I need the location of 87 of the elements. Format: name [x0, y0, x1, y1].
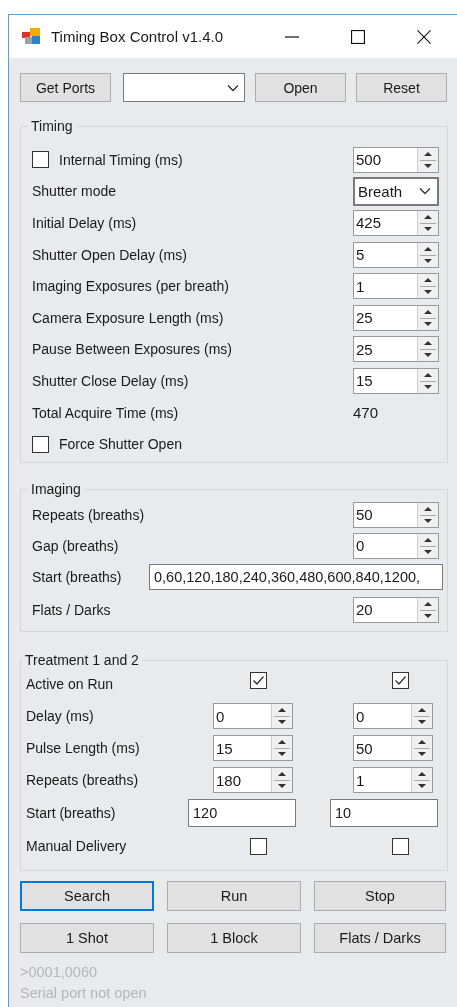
number-field[interactable]: 500 [353, 146, 439, 173]
field-label: Manual Delivery [26, 838, 128, 854]
field-label: Gap (breaths) [32, 537, 120, 554]
field-label: Pulse Length (ms) [26, 740, 141, 756]
up-down-buttons[interactable] [417, 274, 438, 299]
number-field[interactable]: 1 [353, 767, 433, 793]
button[interactable]: 1 Block [167, 923, 301, 953]
field-label: Pause Between Exposures (ms) [32, 341, 233, 358]
window-title: Timing Box Control v1.4.0 [51, 28, 225, 45]
button[interactable]: Flats / Darks [314, 923, 446, 953]
up-down-buttons[interactable] [411, 704, 432, 728]
field-label: Initial Delay (ms) [32, 215, 138, 231]
number-field[interactable]: 50 [353, 501, 439, 528]
value-text: 470 [353, 404, 379, 422]
number-field[interactable]: 5 [353, 241, 439, 268]
button[interactable]: Search [20, 881, 154, 911]
checkbox[interactable] [392, 837, 409, 855]
button[interactable]: Reset [356, 73, 447, 102]
field-label: Repeats (breaths) [32, 506, 146, 523]
number-field[interactable]: 25 [353, 336, 439, 363]
field-label: Flats / Darks [32, 601, 112, 618]
button[interactable]: Open [255, 73, 346, 102]
text-field[interactable]: 0,60,120,180,240,360,480,600,840,1200, [149, 563, 443, 590]
up-down-buttons[interactable] [417, 211, 438, 235]
up-down-buttons[interactable] [271, 704, 292, 728]
up-down-buttons[interactable] [271, 768, 292, 792]
chevron-down-icon [419, 187, 431, 196]
up-down-buttons[interactable] [411, 768, 432, 792]
up-down-buttons[interactable] [417, 533, 438, 558]
field-label: Camera Exposure Length (ms) [32, 309, 225, 326]
checkmark-icon [394, 674, 407, 686]
mode-dropdown[interactable]: Breath [353, 176, 439, 206]
up-down-buttons[interactable] [417, 242, 438, 267]
group-title: Timing [30, 118, 74, 134]
number-field[interactable]: 0 [353, 703, 433, 729]
number-field[interactable]: 15 [213, 735, 293, 761]
up-down-buttons[interactable] [417, 502, 438, 527]
number-field[interactable]: 180 [213, 767, 293, 793]
number-field[interactable]: 0 [353, 532, 439, 559]
status-text: >0001,0060 [20, 963, 98, 982]
maximize-icon [351, 29, 365, 44]
field-label: Repeats (breaths) [26, 772, 140, 788]
up-down-buttons[interactable] [417, 597, 438, 622]
number-field[interactable]: 0 [213, 703, 293, 729]
button[interactable]: Stop [314, 881, 446, 911]
checkbox[interactable] [250, 671, 267, 689]
field-label: Internal Timing (ms) [59, 151, 184, 168]
checkbox[interactable] [250, 837, 267, 855]
number-field[interactable]: 50 [353, 735, 433, 761]
text-field[interactable]: 120 [188, 799, 296, 827]
status-text: Serial port not open [20, 984, 148, 1003]
port-dropdown[interactable] [123, 73, 245, 102]
field-label: Shutter mode [32, 183, 118, 200]
button[interactable]: 1 Shot [20, 923, 154, 953]
field-label: Active on Run [26, 676, 115, 692]
up-down-buttons[interactable] [417, 305, 438, 330]
up-down-buttons[interactable] [417, 368, 438, 393]
field-label: Delay (ms) [26, 708, 95, 724]
up-down-buttons[interactable] [271, 736, 292, 760]
number-field[interactable]: 20 [353, 596, 439, 623]
text-field[interactable]: 10 [330, 799, 438, 827]
up-down-buttons[interactable] [411, 736, 432, 760]
field-label: Total Acquire Time (ms) [32, 404, 180, 421]
field-label: Start (breaths) [26, 805, 117, 821]
field-label: Imaging Exposures (per breath) [32, 278, 230, 295]
field-label: Shutter Open Delay (ms) [32, 246, 188, 263]
checkbox[interactable] [392, 671, 409, 689]
chevron-down-icon [227, 83, 239, 92]
number-field[interactable]: 1 [353, 273, 439, 300]
up-down-buttons[interactable] [417, 147, 438, 172]
checkbox[interactable] [32, 151, 49, 169]
close-icon [417, 29, 431, 44]
field-label: Shutter Close Delay (ms) [32, 372, 190, 389]
button[interactable]: Run [167, 881, 301, 911]
app-icon [22, 28, 41, 45]
minimize-icon [285, 35, 299, 38]
number-field[interactable]: 15 [353, 367, 439, 394]
field-label: Force Shutter Open [59, 436, 183, 453]
checkmark-icon [252, 674, 265, 686]
number-field[interactable]: 425 [353, 210, 439, 236]
number-field[interactable]: 25 [353, 304, 439, 331]
checkbox[interactable] [32, 435, 49, 453]
button[interactable]: Get Ports [20, 73, 111, 102]
field-label: Start (breaths) [32, 568, 123, 585]
up-down-buttons[interactable] [417, 337, 438, 362]
group-title: Imaging [30, 481, 82, 497]
group-title: Treatment 1 and 2 [24, 652, 140, 668]
